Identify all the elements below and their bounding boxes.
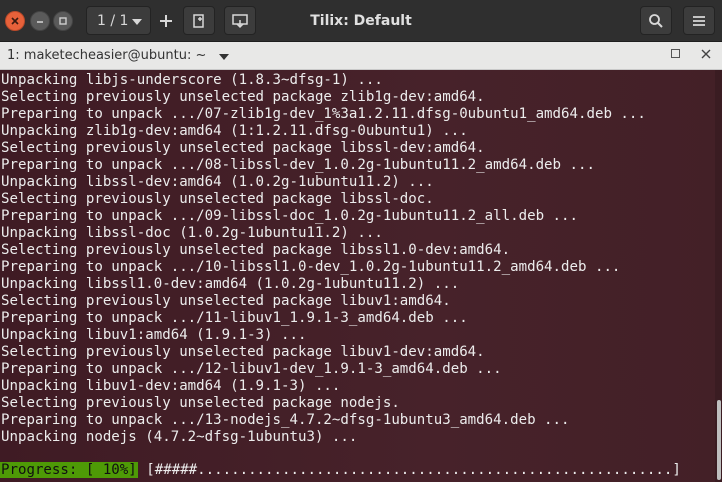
progress-label: Progress: [ 10%] (0, 462, 138, 478)
terminal-line: Selecting previously unselected package … (1, 344, 485, 360)
terminal-line: Selecting previously unselected package … (1, 395, 400, 411)
tilix-window: 1 / 1 Tilix: Default 1: maketecheasier@u… (0, 0, 722, 482)
maximize-terminal-icon[interactable] (671, 49, 680, 58)
terminal-title[interactable]: 1: maketecheasier@ubuntu: ~ (7, 48, 206, 63)
close-icon (11, 17, 19, 25)
minimize-window-button[interactable] (30, 11, 50, 31)
add-session-button[interactable] (150, 6, 182, 35)
terminal-output[interactable]: Unpacking libjs-underscore (1.8.3~dfsg-1… (0, 70, 722, 482)
search-icon (649, 13, 663, 28)
terminal-line: Preparing to unpack .../13-nodejs_4.7.2~… (1, 412, 570, 428)
terminal-line: Unpacking nodejs (4.7.2~dfsg-1ubuntu3) .… (1, 429, 358, 445)
terminal-line: Selecting previously unselected package … (1, 191, 434, 207)
terminal-line: Unpacking libuv1-dev:amd64 (1.9.1-3) ... (1, 378, 341, 394)
split-terminal-icon (193, 13, 204, 28)
save-output-button[interactable] (224, 6, 256, 35)
terminal-line: Unpacking libssl1.0-dev:amd64 (1.0.2g-1u… (1, 276, 460, 292)
progress-bar-text: [#####..................................… (137, 462, 681, 478)
maximize-window-button[interactable] (53, 11, 73, 31)
terminal-line: Unpacking libssl-dev:amd64 (1.0.2g-1ubun… (1, 174, 434, 190)
terminal-line: Unpacking zlib1g-dev:amd64 (1:1.2.11.dfs… (1, 123, 468, 139)
terminal-line: Selecting previously unselected package … (1, 89, 485, 105)
main-menu-button[interactable] (683, 6, 715, 35)
terminal-line: Preparing to unpack .../07-zlib1g-dev_1%… (1, 106, 646, 122)
header-bar: 1 / 1 Tilix: Default (0, 0, 722, 42)
split-terminal-button[interactable] (183, 6, 215, 35)
terminal-text: Unpacking libjs-underscore (1.8.3~dfsg-1… (0, 70, 722, 446)
terminal-line: Unpacking libjs-underscore (1.8.3~dfsg-1… (1, 72, 383, 88)
search-button[interactable] (640, 6, 672, 35)
terminal-line: Preparing to unpack .../09-libssl-doc_1.… (1, 208, 578, 224)
terminal-title-bar[interactable]: 1: maketecheasier@ubuntu: ~ (0, 42, 722, 70)
scrollbar[interactable] (715, 70, 722, 482)
hamburger-menu-icon (693, 15, 705, 26)
minimize-icon (37, 21, 43, 23)
close-window-button[interactable] (5, 11, 25, 31)
save-output-icon (232, 13, 248, 28)
terminal-line: Preparing to unpack .../11-libuv1_1.9.1-… (1, 310, 468, 326)
session-switcher-button[interactable]: 1 / 1 (86, 6, 151, 35)
terminal-line: Unpacking libuv1:amd64 (1.9.1-3) ... (1, 327, 307, 343)
terminal-line: Selecting previously unselected package … (1, 293, 451, 309)
plus-icon (160, 14, 172, 27)
progress-line: Progress: [ 10%] [#####.................… (0, 462, 681, 479)
maximize-icon (59, 17, 67, 25)
chevron-down-icon (132, 19, 142, 25)
terminal-line: Selecting previously unselected package … (1, 140, 485, 156)
terminal-line: Selecting previously unselected package … (1, 242, 511, 258)
session-count: 1 / 1 (97, 12, 129, 29)
terminal-line: Preparing to unpack .../12-libuv1-dev_1.… (1, 361, 502, 377)
terminal-line: Preparing to unpack .../10-libssl1.0-dev… (1, 259, 621, 275)
terminal-line: Unpacking libssl-doc (1.0.2g-1ubuntu11.2… (1, 225, 383, 241)
close-terminal-icon[interactable] (700, 48, 712, 60)
scrollbar-thumb[interactable] (717, 400, 721, 480)
terminal-line: Preparing to unpack .../08-libssl-dev_1.… (1, 157, 595, 173)
chevron-down-icon[interactable] (219, 54, 229, 60)
